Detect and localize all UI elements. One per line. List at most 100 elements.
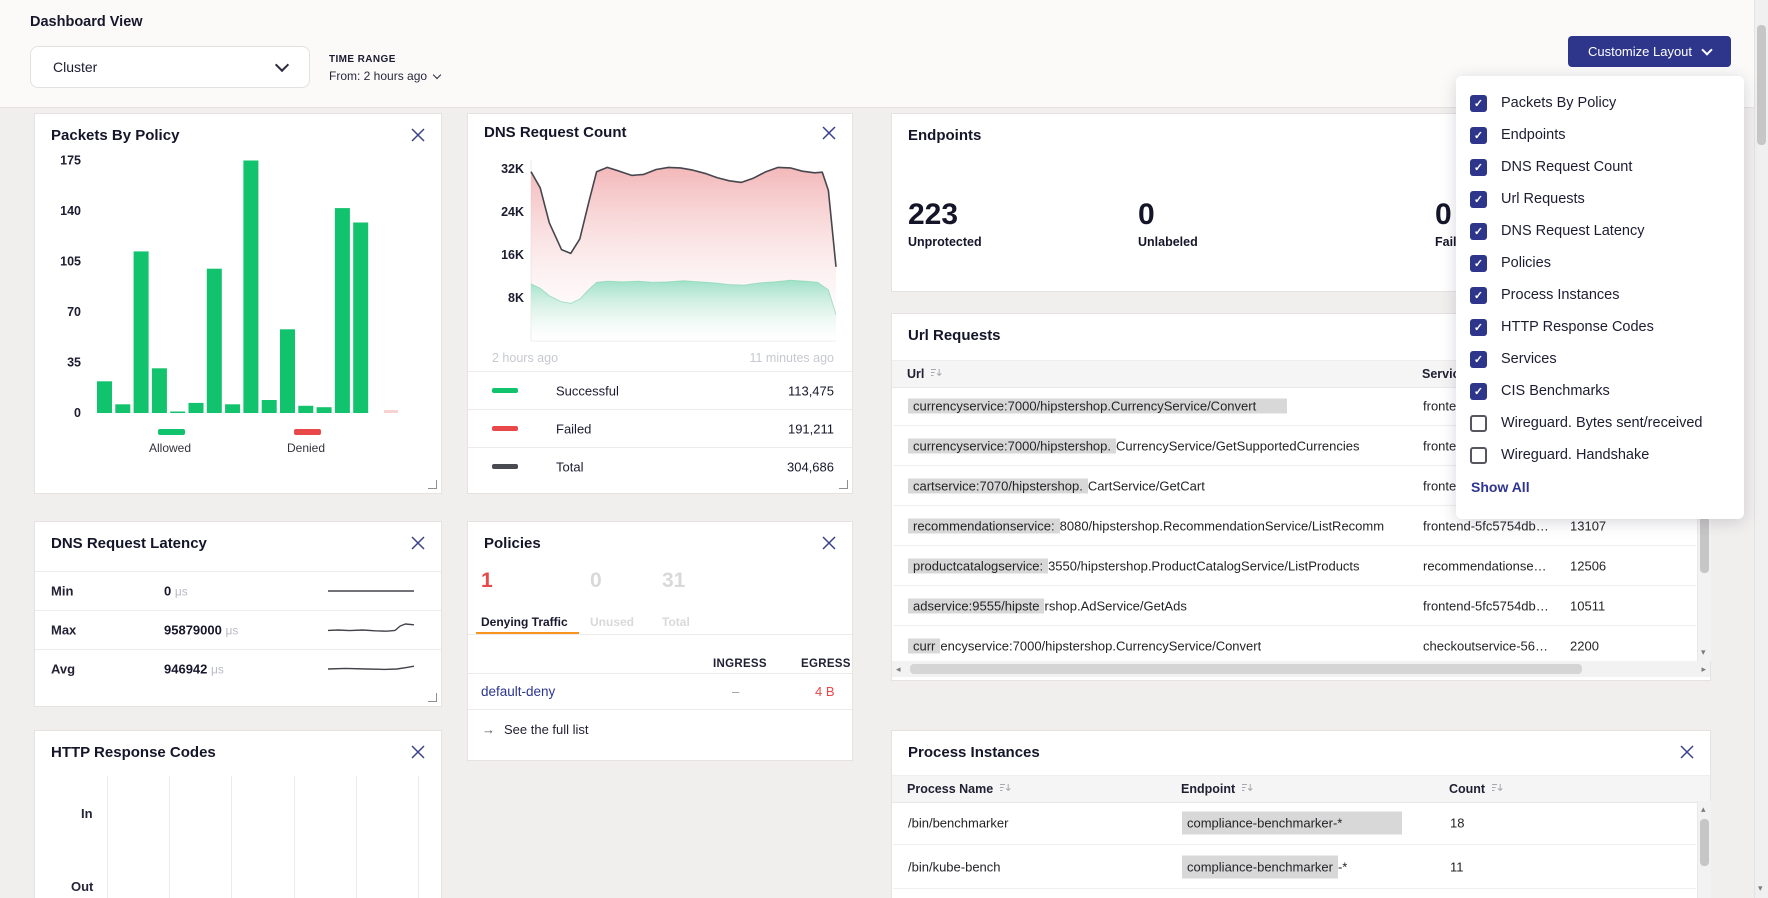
policy-stat-total[interactable]: 31Total	[662, 570, 690, 629]
url-table-row[interactable]: currencyservice:7000/hipstershop.Currenc…	[893, 626, 1696, 666]
svg-text:32K: 32K	[501, 162, 524, 176]
url-table-row[interactable]: adservice:9555/hipstershop.AdService/Get…	[893, 586, 1696, 626]
process-table-vscrollbar[interactable]: ▴	[1697, 801, 1711, 898]
chevron-down-icon	[433, 71, 441, 79]
stat-value: 223	[908, 200, 982, 230]
gridline	[294, 776, 295, 898]
latency-value: 0 μs	[164, 584, 188, 599]
checkbox-checked[interactable]: ✓	[1470, 255, 1487, 272]
sort-icon	[999, 782, 1011, 796]
checkbox-checked[interactable]: ✓	[1470, 95, 1487, 112]
menu-item-label: CIS Benchmarks	[1501, 383, 1610, 399]
column-header-ingress: INGRESS	[713, 658, 767, 670]
count-cell: 10511	[1570, 598, 1605, 613]
menu-item-packets-by-policy[interactable]: ✓ Packets By Policy	[1456, 87, 1744, 119]
customize-layout-button[interactable]: Customize Layout	[1568, 36, 1731, 67]
url-table-row[interactable]: productcatalogservice:3550/hipstershop.P…	[893, 546, 1696, 586]
see-full-list-link[interactable]: → See the full list	[482, 722, 589, 737]
checkbox-unchecked[interactable]	[1470, 415, 1487, 432]
close-icon[interactable]	[410, 744, 426, 760]
menu-item-wireguard-handshake[interactable]: Wireguard. Handshake	[1456, 439, 1744, 471]
time-range-label: TIME RANGE	[329, 54, 440, 65]
scroll-down-icon[interactable]: ▾	[1758, 884, 1763, 893]
policy-stat-denying-traffic[interactable]: 1Denying Traffic	[481, 570, 568, 629]
checkbox-checked[interactable]: ✓	[1470, 127, 1487, 144]
menu-item-label: Endpoints	[1501, 127, 1566, 143]
page-scrollbar[interactable]: ▾	[1754, 0, 1768, 898]
dashboard-page: Dashboard View Cluster TIME RANGE From: …	[0, 0, 1768, 898]
legend-label: Allowed	[149, 441, 191, 455]
url-cell: recommendationservice:8080/hipstershop.R…	[908, 518, 1384, 533]
checkbox-checked[interactable]: ✓	[1470, 319, 1487, 336]
svg-text:140: 140	[60, 204, 81, 218]
menu-item-dns-request-latency[interactable]: ✓ DNS Request Latency	[1456, 215, 1744, 247]
svg-text:24K: 24K	[501, 205, 524, 219]
menu-item-label: Wireguard. Bytes sent/received	[1501, 415, 1702, 431]
menu-item-endpoints[interactable]: ✓ Endpoints	[1456, 119, 1744, 151]
gridline	[356, 776, 357, 898]
latency-sparkline	[326, 656, 416, 687]
legend-value: 113,475	[788, 383, 834, 398]
menu-item-services[interactable]: ✓Services	[1456, 343, 1744, 375]
menu-item-url-requests[interactable]: ✓Url Requests	[1456, 183, 1744, 215]
menu-item-dns-request-count[interactable]: ✓DNS Request Count	[1456, 151, 1744, 183]
view-selector[interactable]: Cluster	[30, 46, 310, 88]
menu-item-label: Policies	[1501, 255, 1551, 271]
url-cell: currencyservice:7000/hipstershop.Currenc…	[908, 638, 1261, 653]
checkbox-checked[interactable]: ✓	[1470, 383, 1487, 400]
column-header-count[interactable]: Count	[1449, 782, 1503, 796]
scroll-down-icon[interactable]: ▾	[1701, 648, 1706, 657]
close-icon[interactable]	[1679, 744, 1695, 760]
menu-item-label: Packets By Policy	[1501, 95, 1616, 111]
menu-item-wireguard-bytes-sent-received[interactable]: Wireguard. Bytes sent/received	[1456, 407, 1744, 439]
scroll-right-icon[interactable]: ▸	[1701, 665, 1706, 674]
show-all-link[interactable]: Show All	[1471, 479, 1530, 495]
process-table-row[interactable]: /bin/benchmarkercompliance-benchmarker-*…	[893, 801, 1696, 845]
endpoint-cell: compliance-benchmarker-*	[1182, 859, 1347, 874]
resize-handle[interactable]	[428, 480, 437, 489]
widget-title: Url Requests	[908, 327, 1001, 344]
checkbox-checked[interactable]: ✓	[1470, 159, 1487, 176]
checkbox-checked[interactable]: ✓	[1470, 191, 1487, 208]
close-icon[interactable]	[410, 535, 426, 551]
checkbox-unchecked[interactable]	[1470, 447, 1487, 464]
widget-policies: Policies 1Denying Traffic0Unused31Total …	[467, 521, 853, 761]
egress-value: 4 B	[815, 684, 835, 699]
column-header-endpoint[interactable]: Endpoint	[1181, 782, 1253, 796]
column-header-url[interactable]: Url	[907, 367, 942, 381]
customize-layout-menu: ✓Packets By Policy✓Endpoints✓DNS Request…	[1456, 76, 1744, 519]
url-table-hscrollbar[interactable]: ◂ ▸	[892, 661, 1710, 677]
scroll-up-icon[interactable]: ▴	[1701, 805, 1706, 814]
chevron-down-icon	[1701, 44, 1712, 55]
checkbox-checked[interactable]: ✓	[1470, 351, 1487, 368]
close-icon[interactable]	[821, 535, 837, 551]
time-range-control[interactable]: TIME RANGE From: 2 hours ago	[329, 54, 440, 83]
resize-handle[interactable]	[428, 693, 437, 702]
policy-link[interactable]: default-deny	[481, 684, 555, 699]
column-header-process-name[interactable]: Process Name	[907, 782, 1011, 796]
count-cell: 12506	[1570, 558, 1606, 573]
menu-item-label: DNS Request Latency	[1501, 223, 1644, 239]
url-cell: productcatalogservice:3550/hipstershop.P…	[908, 558, 1360, 573]
menu-item-cis-benchmarks[interactable]: ✓ CIS Benchmarks	[1456, 375, 1744, 407]
widget-title: Policies	[484, 535, 541, 552]
widget-title: HTTP Response Codes	[51, 744, 216, 761]
svg-text:175: 175	[60, 154, 81, 168]
menu-item-label: Wireguard. Handshake	[1501, 447, 1649, 463]
menu-item-http-response-codes[interactable]: ✓HTTP Response Codes	[1456, 311, 1744, 343]
gridline	[107, 776, 108, 898]
process-table-row[interactable]: /bin/kube-benchcompliance-benchmarker-*1…	[893, 845, 1696, 889]
process-table-row[interactable]: benchmarkercompliance-benchmarker-*9	[893, 889, 1696, 898]
checkbox-checked[interactable]: ✓	[1470, 223, 1487, 240]
count-cell: 18	[1450, 815, 1464, 830]
svg-text:8K: 8K	[508, 291, 524, 305]
checkbox-checked[interactable]: ✓	[1470, 287, 1487, 304]
widget-title: DNS Request Latency	[51, 535, 207, 552]
latency-row-min: Min0 μs	[35, 571, 441, 610]
policy-stat-unused[interactable]: 0Unused	[590, 570, 634, 629]
menu-item-process-instances[interactable]: ✓Process Instances	[1456, 279, 1744, 311]
resize-handle[interactable]	[839, 480, 848, 489]
sort-icon	[1241, 782, 1253, 796]
scroll-left-icon[interactable]: ◂	[896, 665, 901, 674]
menu-item-policies[interactable]: ✓ Policies	[1456, 247, 1744, 279]
